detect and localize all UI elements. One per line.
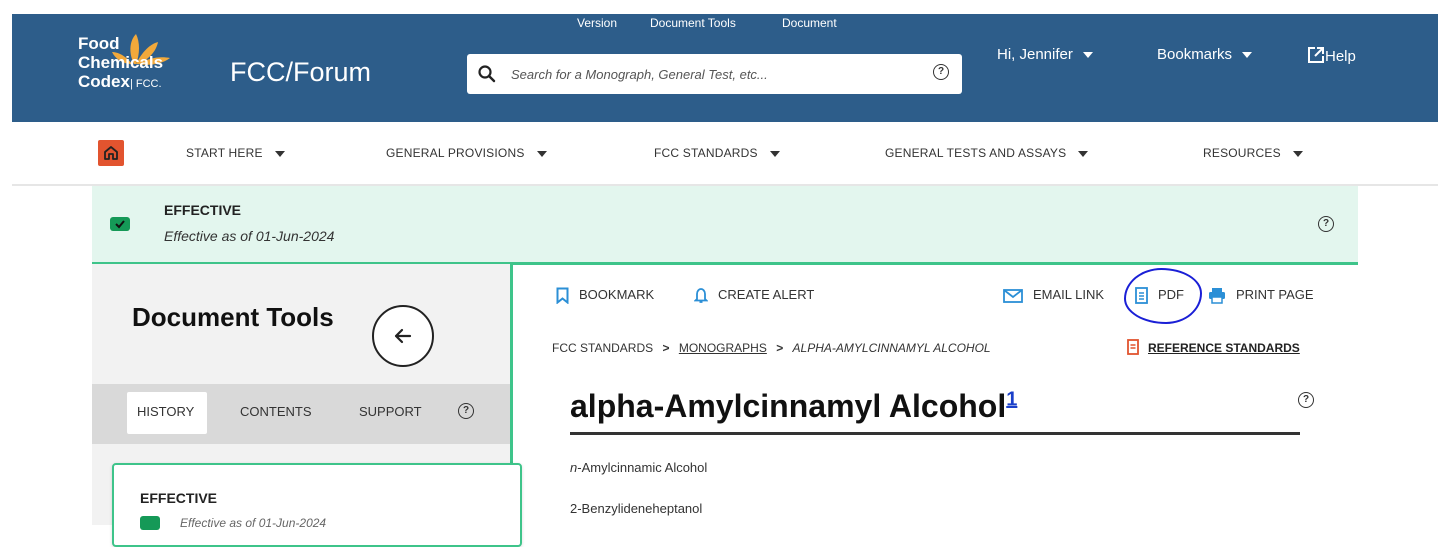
breadcrumb: FCC STANDARDS > MONOGRAPHS > ALPHA-AMYLC… (552, 341, 991, 355)
nav-start-here[interactable]: START HERE (186, 146, 285, 160)
title-divider (570, 432, 1300, 435)
email-link-button[interactable]: EMAIL LINK (1003, 287, 1104, 303)
reference-document-icon (1127, 339, 1139, 355)
tab-contents[interactable]: CONTENTS (240, 404, 312, 419)
top-menu-document-tools[interactable]: Document Tools (650, 16, 736, 30)
email-link-label: EMAIL LINK (1033, 287, 1105, 302)
history-card-status: EFFECTIVE (140, 490, 218, 506)
nav-label: GENERAL TESTS AND ASSAYS (885, 146, 1067, 160)
chevron-down-icon (1292, 150, 1303, 157)
banner-date: Effective as of 01-Jun-2024 (164, 228, 335, 244)
hand-drawn-highlight-circle (1124, 268, 1202, 324)
monograph-title-text: alpha-Amylcinnamyl Alcohol (570, 388, 1007, 424)
app-title[interactable]: FCC/Forum (230, 57, 371, 88)
top-menu-document[interactable]: Document (782, 16, 837, 30)
print-page-button[interactable]: PRINT PAGE (1208, 287, 1314, 304)
chevron-down-icon (1082, 52, 1093, 59)
bell-icon (694, 288, 708, 303)
arrow-left-icon (394, 328, 412, 344)
nav-resources[interactable]: RESOURCES (1203, 146, 1303, 160)
help-link[interactable]: Help (1307, 46, 1356, 65)
bookmarks-label: Bookmarks (1157, 46, 1233, 63)
chevron-down-icon (536, 150, 547, 157)
reference-standards-link[interactable]: REFERENCE STANDARDS (1148, 341, 1300, 355)
chevron-down-icon (274, 150, 285, 157)
collapse-sidebar-button[interactable] (372, 305, 434, 367)
help-label: Help (1325, 48, 1356, 65)
synonym-1-text: -Amylcinnamic Alcohol (577, 460, 708, 475)
banner-status: EFFECTIVE (164, 202, 242, 218)
bookmark-button[interactable]: BOOKMARK (556, 287, 655, 305)
nav-label: FCC STANDARDS (654, 146, 758, 160)
banner-help-icon[interactable]: ? (1318, 216, 1334, 232)
printer-icon (1209, 288, 1225, 304)
search-help-icon[interactable]: ? (933, 64, 949, 80)
check-badge-icon (110, 217, 130, 231)
print-page-label: PRINT PAGE (1236, 287, 1314, 302)
breadcrumb-root[interactable]: FCC STANDARDS (552, 341, 653, 355)
monograph-title: alpha-Amylcinnamyl Alcohol1 (570, 388, 1017, 425)
nav-general-tests[interactable]: GENERAL TESTS AND ASSAYS (885, 146, 1089, 160)
breadcrumb-current: ALPHA-AMYLCINNAMYL ALCOHOL (792, 341, 991, 355)
logo-line-3: Codex (78, 72, 130, 91)
nav-general-provisions[interactable]: GENERAL PROVISIONS (386, 146, 547, 160)
synonym-2: 2-Benzylideneheptanol (570, 501, 703, 516)
search-icon[interactable] (477, 64, 497, 84)
create-alert-label: CREATE ALERT (718, 287, 815, 302)
tabs-help-icon[interactable]: ? (458, 403, 474, 419)
breadcrumb-section[interactable]: MONOGRAPHS (679, 341, 767, 355)
search-box: ? (467, 54, 962, 94)
chevron-right-icon: > (662, 341, 670, 355)
nav-fcc-standards[interactable]: FCC STANDARDS (654, 146, 780, 160)
tab-support[interactable]: SUPPORT (359, 404, 422, 419)
logo-line-1: Food (78, 34, 120, 53)
user-menu[interactable]: Hi, Jennifer (997, 46, 1093, 63)
synonym-1: n-Amylcinnamic Alcohol (570, 460, 707, 475)
history-card-date: Effective as of 01-Jun-2024 (180, 516, 327, 530)
external-link-icon (1308, 47, 1324, 63)
nav-label: GENERAL PROVISIONS (386, 146, 525, 160)
chevron-down-icon (769, 150, 780, 157)
footnote-link[interactable]: 1 (1006, 388, 1017, 410)
chevron-down-icon (1242, 52, 1253, 59)
create-alert-button[interactable]: CREATE ALERT (694, 287, 814, 304)
status-banner (92, 186, 1358, 265)
bookmarks-menu[interactable]: Bookmarks (1157, 46, 1253, 63)
check-badge-icon (140, 516, 160, 530)
chevron-down-icon (1078, 150, 1089, 157)
tab-history[interactable]: HISTORY (137, 404, 194, 419)
envelope-icon (1003, 288, 1023, 303)
nav-label: START HERE (186, 146, 263, 160)
monograph-help-icon[interactable]: ? (1298, 392, 1314, 408)
top-menu-version[interactable]: Version (577, 16, 617, 30)
user-greeting: Hi, Jennifer (997, 46, 1073, 63)
home-button[interactable] (98, 140, 124, 166)
logo-suffix: | FCC. (129, 78, 162, 90)
logo-line-2: Chemicals (78, 53, 164, 72)
bookmark-label: BOOKMARK (579, 287, 655, 302)
nav-label: RESOURCES (1203, 146, 1281, 160)
chevron-right-icon: > (776, 341, 784, 355)
search-input[interactable] (509, 63, 913, 85)
sidebar-title: Document Tools (132, 302, 334, 332)
fcc-logo[interactable]: Food Chemicals Codex| FCC. (78, 34, 163, 94)
bookmark-icon (556, 287, 569, 305)
home-icon (104, 146, 118, 160)
